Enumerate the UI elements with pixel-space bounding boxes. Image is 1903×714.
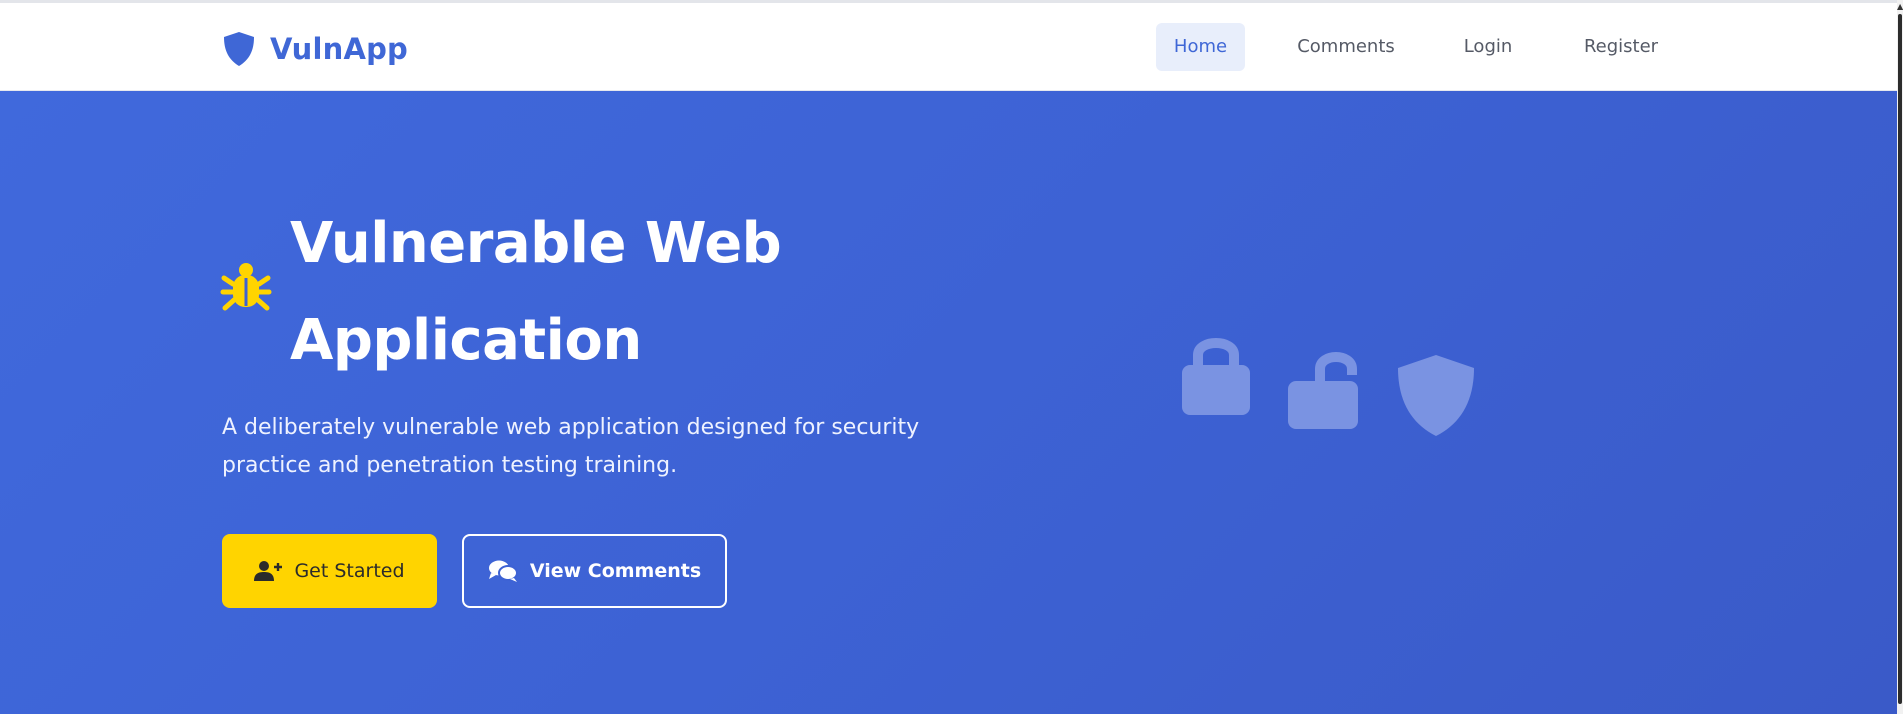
navbar: VulnApp Home Comments Login Register bbox=[0, 3, 1903, 91]
hero-subtitle: A deliberately vulnerable web applicatio… bbox=[222, 415, 920, 478]
lock-icon bbox=[1180, 333, 1252, 421]
shield-icon bbox=[1396, 354, 1476, 442]
hero-title-line-2: Application bbox=[290, 308, 642, 373]
page: VulnApp Home Comments Login Register Vul… bbox=[0, 0, 1903, 714]
bug-icon bbox=[220, 258, 272, 316]
nav-item-home[interactable]: Home bbox=[1156, 23, 1245, 71]
user-plus-icon bbox=[254, 560, 283, 582]
hero-title: Vulnerable Web Application bbox=[290, 195, 950, 389]
page-scrollbar[interactable]: ▲ bbox=[1897, 0, 1903, 714]
nav-links: Home Comments Login Register bbox=[0, 23, 1903, 71]
view-comments-label: View Comments bbox=[529, 560, 702, 582]
comments-icon bbox=[488, 559, 518, 583]
get-started-label: Get Started bbox=[294, 560, 405, 582]
nav-item-comments[interactable]: Comments bbox=[1285, 23, 1407, 71]
get-started-button[interactable]: Get Started bbox=[222, 534, 437, 608]
hero-section: Vulnerable Web Application A deliberatel… bbox=[0, 91, 1903, 714]
view-comments-button[interactable]: View Comments bbox=[462, 534, 727, 608]
scroll-up-icon[interactable]: ▲ bbox=[1897, 2, 1903, 12]
nav-item-register[interactable]: Register bbox=[1571, 23, 1671, 71]
hero-title-line-1: Vulnerable Web bbox=[290, 211, 782, 276]
scroll-thumb[interactable] bbox=[1898, 14, 1902, 704]
unlock-icon bbox=[1286, 347, 1362, 435]
nav-item-login[interactable]: Login bbox=[1450, 23, 1526, 71]
